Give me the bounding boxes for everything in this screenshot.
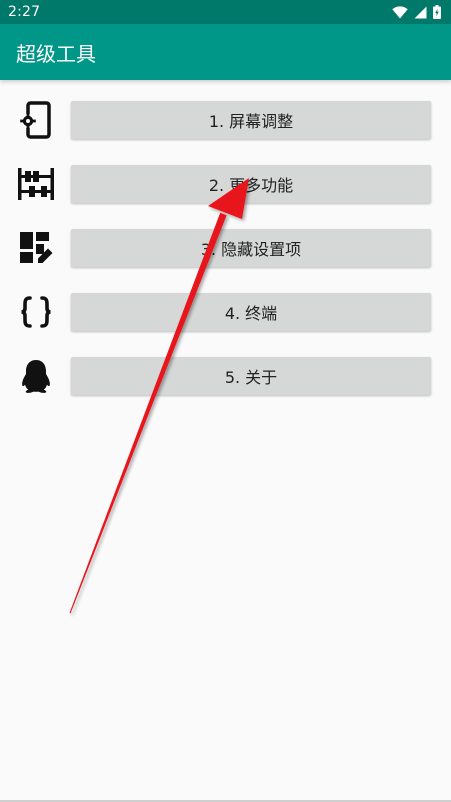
abacus-icon [17, 165, 55, 203]
menu-row-screen-adjust: 1. 屏幕调整 [0, 92, 451, 150]
signal-icon [414, 6, 427, 19]
hidden-settings-button[interactable]: 3. 隐藏设置项 [71, 229, 431, 267]
status-time: 2:27 [8, 4, 41, 20]
dashboard-edit-icon [17, 229, 55, 267]
phone-settings-icon [17, 101, 55, 139]
status-icons [392, 5, 441, 19]
about-button[interactable]: 5. 关于 [71, 357, 431, 395]
status-bar: 2:27 [0, 0, 451, 24]
menu-row-about: 5. 关于 [0, 348, 451, 406]
qq-penguin-icon [17, 357, 55, 395]
app-title: 超级工具 [16, 41, 96, 66]
menu-row-hidden-settings: 3. 隐藏设置项 [0, 220, 451, 278]
app-screen: 2:27 超级工具 1. 屏幕调整 2. 更多功能 3. 隐藏设置项 4. 终端… [0, 0, 451, 802]
terminal-button[interactable]: 4. 终端 [71, 293, 431, 331]
more-features-button[interactable]: 2. 更多功能 [71, 165, 431, 203]
battery-icon [433, 5, 441, 19]
code-braces-icon [17, 293, 55, 331]
menu-row-terminal: 4. 终端 [0, 284, 451, 342]
menu-row-more-features: 2. 更多功能 [0, 156, 451, 214]
wifi-icon [392, 5, 408, 19]
screen-adjust-button[interactable]: 1. 屏幕调整 [71, 101, 431, 139]
app-bar: 超级工具 [0, 24, 451, 80]
